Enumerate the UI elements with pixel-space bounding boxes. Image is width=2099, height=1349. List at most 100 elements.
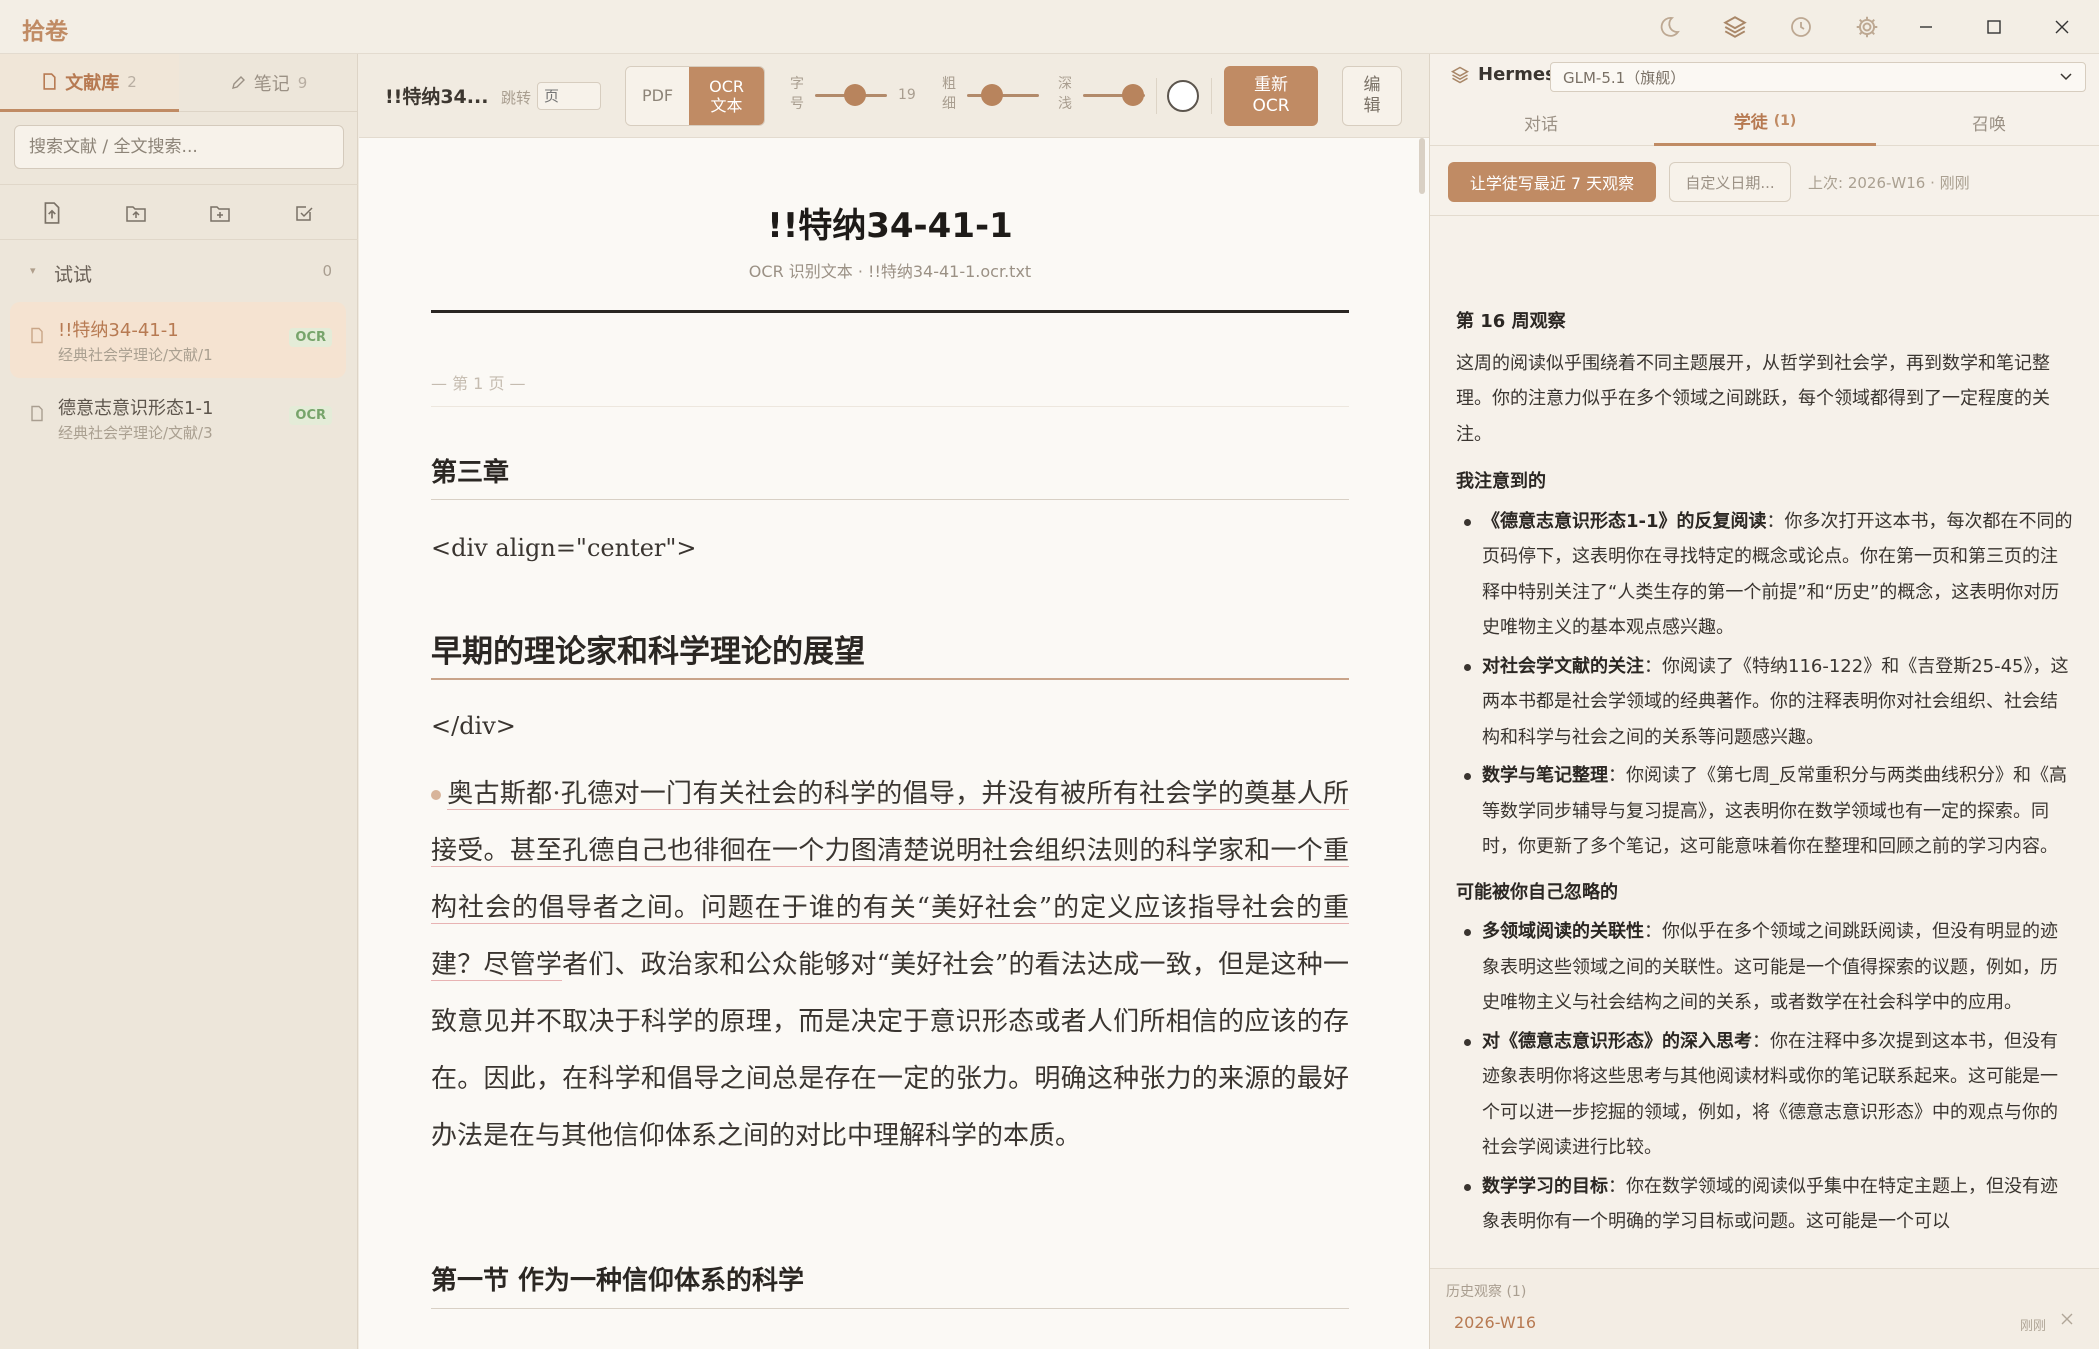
- document-title: !!特纳34-41-1: [58, 320, 179, 341]
- depth-slider-thumb[interactable]: [1121, 84, 1144, 106]
- assistant-actions: 让学徒写最近 7 天观察 自定义日期... 上次: 2026-W16 · 刚刚: [1430, 146, 2099, 216]
- reader-pane: !!特纳34-41-1 OCR 识别文本 · !!特纳34-41-1.ocr.t…: [359, 138, 1429, 1349]
- theme-toggle[interactable]: [1167, 80, 1199, 112]
- history-time: 刚刚: [2019, 1319, 2046, 1334]
- assistant-tabs: 对话 学徒 (1) 召唤: [1430, 98, 2099, 146]
- document-heading: !!特纳34-41-1: [767, 206, 1013, 246]
- gear-icon[interactable]: [1850, 10, 1884, 44]
- document-title-short: !!特纳34...: [385, 86, 489, 108]
- page-marker: — 第 1 页 —: [431, 374, 526, 393]
- close-icon[interactable]: [2060, 1311, 2074, 1330]
- observation-body: 第 16 周观察 这周的阅读似乎围绕着不同主题展开，从哲学到社会学，再到数学和笔…: [1430, 216, 2099, 1316]
- close-icon[interactable]: [2032, 7, 2092, 47]
- list-item: 数学学习的目标：你在数学领域的阅读似乎集中在特定主题上，但没有迹象表明你有一个明…: [1464, 1169, 2074, 1240]
- view-pdf-button[interactable]: PDF: [626, 67, 690, 125]
- history-item[interactable]: 2026-W16: [1454, 1313, 1536, 1332]
- tab-library[interactable]: 文献库 2: [0, 54, 179, 112]
- list-item: 对社会学文献的关注：你阅读了《特纳116-122》和《吉登斯25-45》，这两本…: [1464, 649, 2074, 756]
- noticed-list: 《德意志意识形态1-1》的反复阅读：你多次打开这本书，每次都在不同的页码停下，这…: [1456, 504, 2074, 865]
- model-select[interactable]: GLM-5.1（旗舰）: [1550, 62, 2086, 92]
- history-label: 历史观察 (1): [1446, 1284, 1527, 1300]
- tab-summon[interactable]: 召唤: [1878, 98, 2099, 146]
- model-select-value: GLM-5.1（旗舰）: [1563, 69, 1686, 87]
- divider: [1211, 78, 1212, 114]
- clock-icon[interactable]: [1784, 10, 1818, 44]
- title-bar: 拾卷: [0, 0, 2099, 54]
- search-input[interactable]: [14, 125, 344, 169]
- pencil-icon: [231, 76, 245, 89]
- list-item-title: 《德意志意识形态1-1》的反复阅读: [1482, 510, 1767, 532]
- font-size-value: 19: [898, 87, 916, 103]
- list-item-title: 对社会学文献的关注: [1482, 655, 1644, 677]
- tab-library-count: 2: [127, 72, 137, 91]
- list-item-title: 对《德意志意识形态》的深入思考: [1482, 1030, 1752, 1052]
- report-intro: 这周的阅读似乎围绕着不同主题展开，从哲学到社会学，再到数学和笔记整理。你的注意力…: [1456, 352, 2050, 445]
- check-square-icon[interactable]: [288, 197, 320, 229]
- layers-icon[interactable]: [1718, 10, 1752, 44]
- new-folder-icon[interactable]: [204, 197, 236, 229]
- history-panel: 历史观察 (1) 2026-W16 刚刚: [1430, 1268, 2099, 1349]
- document-title: 德意志意识形态1-1: [58, 398, 214, 419]
- divider: [1156, 78, 1157, 114]
- scroll-thumb[interactable]: [1419, 138, 1425, 194]
- observation-report: 第 16 周观察 这周的阅读似乎围绕着不同主题展开，从哲学到社会学，再到数学和笔…: [1456, 304, 2074, 1250]
- sidebar: 文献库 2 笔记 9 ▾ 试试 0 !!特纳34-41-1 经典社会: [0, 54, 358, 1349]
- weight-slider-thumb[interactable]: [981, 84, 1004, 106]
- document-item[interactable]: !!特纳34-41-1 经典社会学理论/文献/1 OCR: [10, 302, 346, 378]
- last-run-label: 上次: 2026-W16 · 刚刚: [1808, 174, 1970, 192]
- assistant-name: Hermes: [1478, 64, 1556, 85]
- document-subtitle: OCR 识别文本 · !!特纳34-41-1.ocr.txt: [748, 262, 1032, 281]
- re-ocr-button[interactable]: 重新 OCR: [1224, 66, 1318, 126]
- folder-count: 0: [322, 262, 332, 280]
- list-item: 《德意志意识形态1-1》的反复阅读：你多次打开这本书，每次都在不同的页码停下，这…: [1464, 504, 2074, 646]
- tab-notes-count: 9: [297, 74, 308, 92]
- maximize-icon[interactable]: [1964, 7, 2024, 47]
- moon-icon[interactable]: [1652, 10, 1686, 44]
- font-size-slider-thumb[interactable]: [843, 84, 866, 106]
- tab-notes[interactable]: 笔记 9: [179, 54, 358, 112]
- sidebar-toolbar: [0, 184, 358, 240]
- list-item: 数学与笔记整理：你阅读了《第七周_反常重积分与两类曲线积分》和《高等数学同步辅导…: [1464, 758, 2074, 865]
- weight-label: 粗细: [942, 76, 956, 112]
- folder-row[interactable]: ▾ 试试 0: [0, 252, 358, 292]
- document-item[interactable]: 德意志意识形态1-1 经典社会学理论/文献/3 OCR: [10, 380, 346, 456]
- view-ocr-button[interactable]: OCR 文本: [689, 67, 764, 125]
- scrollbar[interactable]: [1419, 138, 1425, 1349]
- divider: [431, 310, 1349, 313]
- tab-apprentice-count: (1): [1773, 112, 1797, 129]
- divider: [431, 406, 1349, 407]
- write-observation-button[interactable]: 让学徒写最近 7 天观察: [1448, 162, 1656, 202]
- section-heading: 早期的理论家和科学理论的展望: [431, 634, 865, 670]
- divider: [431, 1308, 1349, 1309]
- list-item-title: 数学与笔记整理: [1482, 765, 1608, 786]
- document-icon: [43, 73, 56, 90]
- caret-down-icon: ▾: [30, 264, 36, 277]
- code-text: <div align="center">: [431, 534, 697, 562]
- document-path: 经典社会学理论/文献/3: [58, 424, 213, 442]
- assistant-panel: Hermes GLM-5.1（旗舰） 对话 学徒 (1) 召唤 让学徒写最近 7…: [1429, 54, 2099, 1349]
- custom-date-button[interactable]: 自定义日期...: [1669, 162, 1791, 202]
- subsection-heading: 第一节 作为一种信仰体系的科学: [431, 1266, 805, 1296]
- jump-page-input[interactable]: [537, 82, 601, 110]
- folder-name: 试试: [54, 264, 93, 286]
- tab-chat-label: 对话: [1524, 114, 1558, 135]
- document-icon: [30, 405, 44, 426]
- paragraph-text: 者们、政治家和公众能够对“美好社会”的看法达成一致，但是这种一致意见并不取决于科…: [431, 950, 1349, 1151]
- tab-apprentice[interactable]: 学徒 (1): [1654, 98, 1876, 146]
- import-file-icon[interactable]: [36, 197, 68, 229]
- list-item-title: 多领域阅读的关联性: [1482, 921, 1644, 942]
- upload-folder-icon[interactable]: [120, 197, 152, 229]
- divider: [431, 499, 1349, 500]
- document-icon: [30, 327, 44, 348]
- view-mode-toggle: PDF OCR 文本: [625, 66, 765, 126]
- assistant-header: Hermes GLM-5.1（旗舰）: [1430, 54, 2099, 98]
- ocr-badge: OCR: [289, 406, 332, 425]
- assistant-brand: Hermes: [1450, 64, 1556, 85]
- list-item: 多领域阅读的关联性：你似乎在多个领域之间跳跃阅读，但没有明显的迹象表明这些领域之…: [1464, 914, 2074, 1021]
- edit-button[interactable]: 编 辑: [1342, 66, 1402, 126]
- report-title: 第 16 周观察: [1456, 311, 1566, 332]
- minimize-icon[interactable]: [1896, 7, 1956, 47]
- ocr-badge: OCR: [289, 328, 332, 347]
- tab-chat[interactable]: 对话: [1430, 98, 1652, 146]
- chevron-down-icon: [2059, 67, 2073, 91]
